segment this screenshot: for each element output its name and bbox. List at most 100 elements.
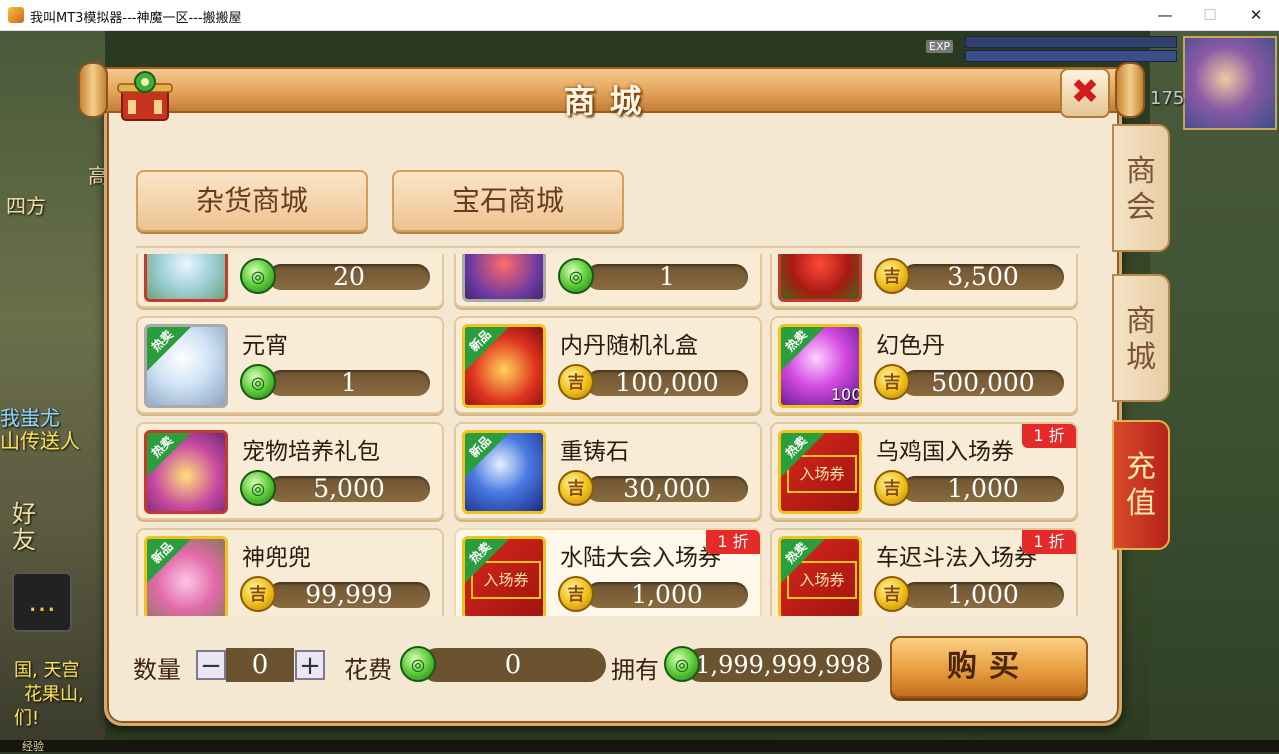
window-title: 我叫MT3模拟器---神魔一区---搬搬屋 — [30, 11, 242, 26]
item-name: 内丹随机礼盒 — [560, 333, 698, 359]
item-name: 重铸石 — [560, 439, 629, 465]
owned-label: 拥有 — [611, 656, 659, 684]
discount-badge: 1 折 — [1022, 530, 1076, 554]
bg-text: 花果山, — [24, 684, 84, 705]
increase-quantity-button[interactable]: + — [295, 650, 325, 680]
discount-badge: 1 折 — [706, 530, 760, 554]
item-price: 1,000 — [947, 580, 1019, 609]
divider — [136, 246, 1080, 248]
egg-item-icon — [144, 254, 228, 302]
item-price: 5,000 — [313, 474, 385, 503]
discount-badge: 1 折 — [1022, 424, 1076, 448]
lantern-icon — [117, 71, 173, 121]
price-bar: 99,999 — [268, 580, 430, 609]
close-window-button[interactable]: ✕ — [1233, 4, 1279, 26]
category-general-button[interactable]: 杂货商城 — [136, 170, 368, 232]
decrease-quantity-button[interactable]: − — [196, 650, 226, 680]
item-price: 30,000 — [623, 474, 711, 503]
minimize-button[interactable]: — — [1142, 4, 1188, 26]
ticket-item-icon: 入场券 热卖 — [462, 536, 546, 616]
gold-coin-icon: 吉 — [874, 364, 910, 400]
price-bar: 5,000 — [268, 474, 430, 503]
bg-text: 们! — [14, 708, 40, 729]
item-price: 500,000 — [931, 368, 1035, 397]
item-name: 宠物培养礼包 — [242, 439, 380, 465]
item-price: 1,000 — [631, 580, 703, 609]
price-bar: 3,500 — [902, 262, 1064, 291]
item-card[interactable]: 入场券 热卖 车迟斗法入场券 1,000 吉 1 折 — [770, 528, 1078, 616]
tab-mall[interactable]: 商城 — [1112, 274, 1170, 402]
price-bar: 1,000 — [902, 474, 1064, 503]
bg-text: 国, 天宫 — [14, 660, 80, 681]
price-bar: 1,000 — [586, 580, 748, 609]
hp-bar — [965, 36, 1177, 48]
jade-currency-icon: ◎ — [240, 364, 276, 400]
app-icon — [8, 7, 24, 23]
tab-chamber[interactable]: 商会 — [1112, 124, 1170, 252]
item-card[interactable]: 入场券 热卖 水陆大会入场券 1,000 吉 1 折 — [454, 528, 762, 616]
tab-recharge[interactable]: 充值 — [1112, 420, 1170, 550]
maximize-button[interactable]: ☐ — [1187, 4, 1233, 26]
price-bar: 20 — [268, 262, 430, 291]
pouch-item-icon: 新品 — [144, 536, 228, 616]
item-price: 1 — [341, 368, 357, 397]
item-name: 元宵 — [242, 333, 288, 359]
tab-mall-label: 商城 — [1126, 304, 1156, 375]
item-card[interactable]: 热卖 元宵 1 ◎ — [136, 316, 444, 414]
blue-orb-item-icon: 新品 — [462, 430, 546, 514]
bg-text: 友 — [12, 526, 36, 554]
game-background-left — [0, 31, 105, 752]
gold-coin-icon: 吉 — [874, 470, 910, 506]
price-bar: 30,000 — [586, 474, 748, 503]
item-card[interactable]: 20 ◎ — [136, 254, 444, 308]
price-bar: 1,000 — [902, 580, 1064, 609]
item-name: 水陆大会入场券 — [560, 545, 721, 571]
exp-strip — [0, 740, 1279, 752]
berries-item-icon — [778, 254, 862, 302]
item-name: 幻色丹 — [876, 333, 945, 359]
giftbox-item-icon: 新品 — [462, 324, 546, 408]
bg-text: 山传送人 — [0, 429, 80, 453]
gold-coin-icon: 吉 — [558, 576, 594, 612]
item-grid[interactable]: 20◎1◎3,500吉热卖元宵1◎新品内丹随机礼盒100,000吉热卖1000幻… — [136, 254, 1080, 616]
item-card[interactable]: 热卖1000 幻色丹 500,000 吉 — [770, 316, 1078, 414]
item-card[interactable]: 3,500 吉 — [770, 254, 1078, 308]
category-gem-button[interactable]: 宝石商城 — [392, 170, 624, 232]
item-card[interactable]: 新品 内丹随机礼盒 100,000 吉 — [454, 316, 762, 414]
item-card[interactable]: 1 ◎ — [454, 254, 762, 308]
item-card[interactable]: 新品 神兜兜 99,999 吉 — [136, 528, 444, 616]
item-price: 1,000 — [947, 474, 1019, 503]
item-price: 100,000 — [615, 368, 719, 397]
chest-item-icon — [462, 254, 546, 302]
jade-currency-icon: ◎ — [558, 258, 594, 294]
tab-chamber-label: 商会 — [1126, 154, 1156, 225]
gold-coin-icon: 吉 — [874, 258, 910, 294]
jade-currency-icon: ◎ — [240, 470, 276, 506]
item-card[interactable]: 新品 重铸石 30,000 吉 — [454, 422, 762, 520]
exp-badge: EXP — [926, 40, 954, 53]
item-card[interactable]: 入场券 热卖 乌鸡国入场券 1,000 吉 1 折 — [770, 422, 1078, 520]
tab-recharge-label: 充值 — [1126, 450, 1156, 521]
item-price: 20 — [333, 262, 365, 291]
mall-title: 商城 — [563, 82, 656, 120]
jade-currency-icon: ◎ — [240, 258, 276, 294]
ticket-item-icon: 入场券 热卖 — [778, 430, 862, 514]
item-name: 乌鸡国入场券 — [876, 439, 1014, 465]
mp-bar — [965, 50, 1177, 62]
gold-coin-icon: 吉 — [240, 576, 276, 612]
chat-icon[interactable]: … — [12, 572, 72, 632]
ticket-item-icon: 入场券 热卖 — [778, 536, 862, 616]
item-price: 99,999 — [305, 580, 393, 609]
mall-close-button[interactable]: ✖ — [1060, 68, 1110, 118]
price-bar: 1 — [268, 368, 430, 397]
item-card[interactable]: 热卖 宠物培养礼包 5,000 ◎ — [136, 422, 444, 520]
gold-coin-icon: 吉 — [558, 470, 594, 506]
quantity-field[interactable]: 0 — [226, 648, 294, 682]
item-price: 3,500 — [947, 262, 1019, 291]
item-price: 1 — [659, 262, 675, 291]
cost-value: 0 — [420, 648, 606, 682]
buy-button[interactable]: 购买 — [890, 636, 1088, 698]
jade-currency-icon: ◎ — [664, 646, 700, 682]
price-bar: 500,000 — [902, 368, 1064, 397]
cost-label: 花费 — [344, 656, 392, 684]
